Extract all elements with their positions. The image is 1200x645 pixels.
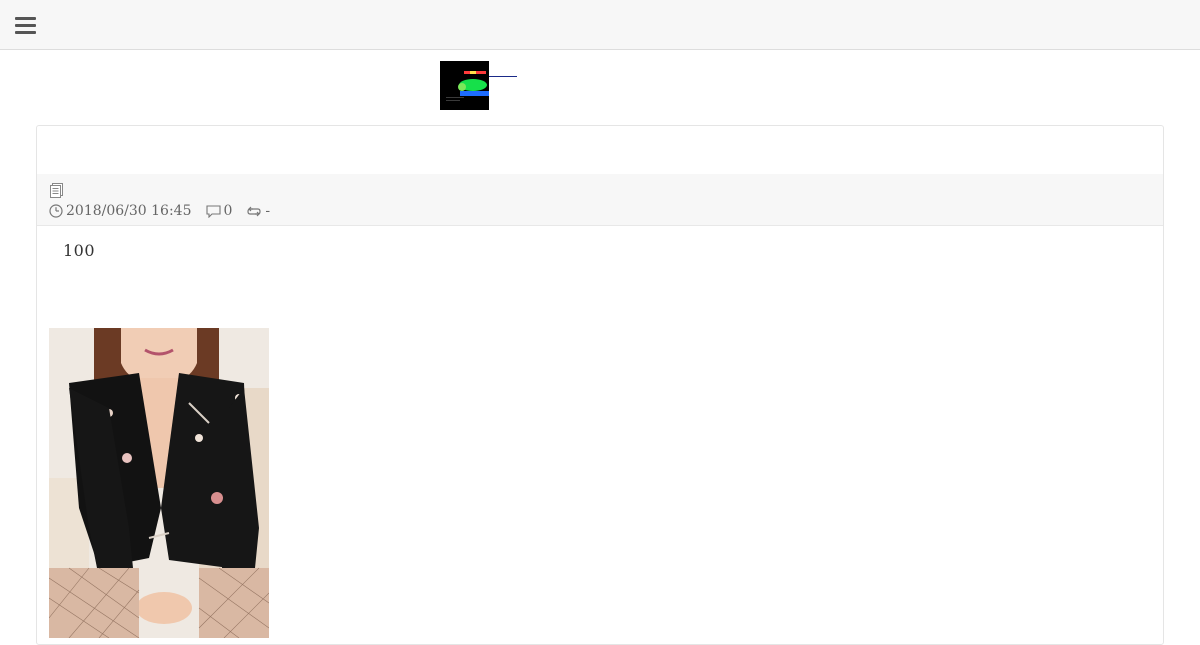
trackback-count-text: - xyxy=(265,203,271,219)
post-date: 2018/06/30 16:45 xyxy=(49,203,192,219)
post-card: 2018/06/30 16:45 0 - 100 xyxy=(36,125,1164,645)
banner-thumbnail[interactable] xyxy=(440,61,489,110)
post-date-text: 2018/06/30 16:45 xyxy=(66,203,192,219)
photo-image[interactable] xyxy=(49,328,269,638)
comment-count[interactable]: 0 xyxy=(205,203,233,219)
post-title-area xyxy=(37,126,1163,174)
trackback-count[interactable]: - xyxy=(246,203,270,219)
hamburger-menu-icon[interactable] xyxy=(15,17,37,35)
top-bar xyxy=(0,0,1200,50)
post-meta: 2018/06/30 16:45 0 - xyxy=(37,174,1163,226)
comment-count-text: 0 xyxy=(223,203,233,219)
post-body-text: 100 xyxy=(63,241,96,260)
document-icon[interactable] xyxy=(50,183,64,199)
trackback-icon xyxy=(247,206,262,216)
banner-underline xyxy=(489,76,517,77)
meta-row: 2018/06/30 16:45 0 - xyxy=(49,202,284,220)
comment-icon xyxy=(205,204,221,218)
clock-icon xyxy=(49,204,63,218)
